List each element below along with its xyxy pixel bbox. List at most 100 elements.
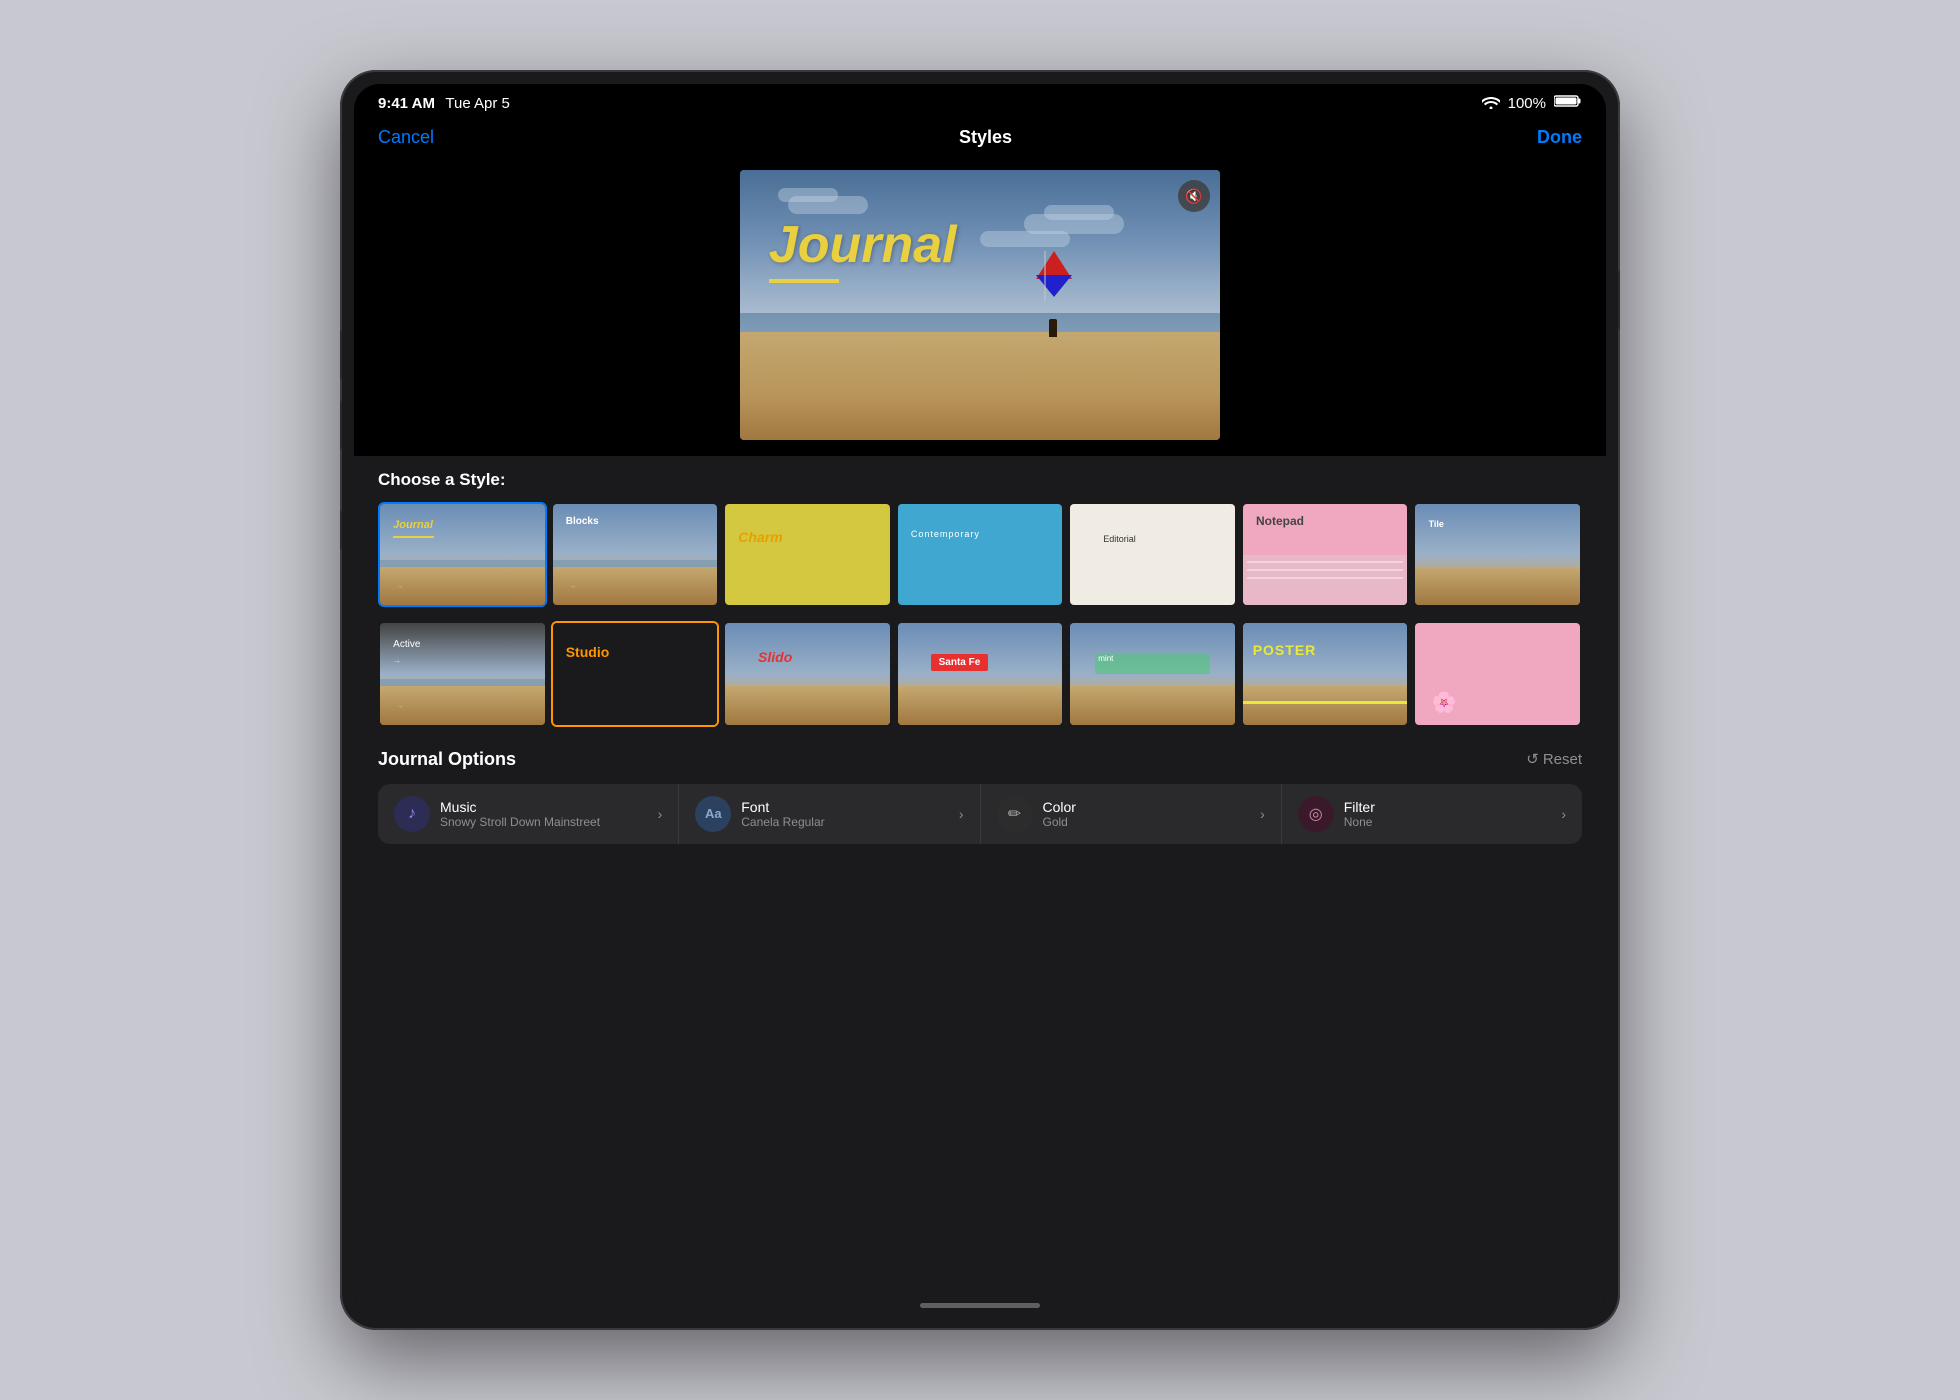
active-thumb: Active → → [380, 623, 545, 724]
poster-thumb: POSTER [1243, 623, 1408, 724]
style-grid-row2: Active → → Studio Slido [378, 621, 1582, 726]
reset-label: Reset [1543, 751, 1582, 768]
style-item-contemporary[interactable]: Contemporary [896, 502, 1065, 607]
filter-icon-bg: ◎ [1298, 796, 1334, 832]
mint-thumb: mint [1070, 623, 1235, 724]
ipad-device: 9:41 AM Tue Apr 5 100% [340, 70, 1620, 1330]
style-item-blocks[interactable]: Blocks → [551, 502, 720, 607]
cancel-button[interactable]: Cancel [378, 127, 434, 148]
battery-percentage: 100% [1508, 95, 1546, 112]
options-section: Journal Options ↺ Reset ♪ Music [378, 737, 1582, 852]
font-icon-bg: Aa [695, 796, 731, 832]
style-item-journal[interactable]: Journal → [378, 502, 547, 607]
option-item-color[interactable]: ✏ Color Gold › [981, 784, 1282, 844]
style-grid-row1: Journal → Blocks → [378, 502, 1582, 607]
music-option-value: Snowy Stroll Down Mainstreet [440, 815, 658, 829]
style-item-mint[interactable]: mint [1068, 621, 1237, 726]
option-item-font[interactable]: Aa Font Canela Regular › [679, 784, 980, 844]
music-option-text: Music Snowy Stroll Down Mainstreet [440, 799, 658, 829]
journal-title-overlay: Journal [769, 219, 957, 283]
font-option-name: Font [741, 799, 959, 815]
status-right: 100% [1482, 94, 1582, 113]
font-icon: Aa [705, 806, 722, 821]
color-option-name: Color [1043, 799, 1261, 815]
journal-thumb: Journal → [380, 504, 545, 605]
style-item-slido[interactable]: Slido [723, 621, 892, 726]
flower-decoration: 🌸 [1432, 690, 1457, 715]
reset-icon: ↺ [1526, 750, 1539, 768]
content-area: Choose a Style: Journal → [354, 456, 1606, 1316]
filter-icon: ◎ [1309, 804, 1323, 824]
home-indicator [920, 1303, 1040, 1308]
color-option-text: Color Gold [1043, 799, 1261, 829]
style-item-sli[interactable]: 🌸 [1413, 621, 1582, 726]
battery-icon [1554, 94, 1582, 113]
beach-scene: Journal 🔇 [740, 170, 1220, 440]
status-bar: 9:41 AM Tue Apr 5 100% [354, 84, 1606, 119]
studio-thumb: Studio [553, 623, 718, 724]
style-item-editorial[interactable]: Editorial [1068, 502, 1237, 607]
volume-down-button[interactable] [340, 400, 342, 450]
page-title: Styles [959, 127, 1012, 148]
style-item-studio[interactable]: Studio [551, 621, 720, 726]
color-chevron-icon: › [1260, 806, 1265, 822]
status-time: 9:41 AM [378, 95, 435, 112]
style-item-notepad[interactable]: Notepad [1241, 502, 1410, 607]
color-option-value: Gold [1043, 815, 1261, 829]
done-button[interactable]: Done [1537, 127, 1582, 148]
kite [1036, 251, 1076, 286]
font-option-value: Canela Regular [741, 815, 959, 829]
options-title: Journal Options [378, 749, 516, 770]
blocks-thumb: Blocks → [553, 504, 718, 605]
music-chevron-icon: › [658, 806, 663, 822]
style-item-tile[interactable]: Tile [1413, 502, 1582, 607]
slido-thumb: Slido [725, 623, 890, 724]
music-icon-bg: ♪ [394, 796, 430, 832]
preview-journal-text: Journal [769, 219, 957, 271]
volume-up-button[interactable] [340, 330, 342, 380]
santafe-badge: Santa Fe [931, 654, 989, 671]
editorial-thumb: Editorial [1070, 504, 1235, 605]
wifi-icon [1482, 95, 1500, 112]
filter-option-name: Filter [1344, 799, 1562, 815]
camera-button [340, 510, 342, 550]
contemporary-thumb: Contemporary [898, 504, 1063, 605]
mute-button[interactable]: 🔇 [1178, 180, 1210, 212]
charm-thumb: Charm [725, 504, 890, 605]
person-silhouette [1049, 319, 1057, 337]
color-icon-bg: ✏ [997, 796, 1033, 832]
navigation-bar: Cancel Styles Done [354, 119, 1606, 160]
choose-style-label: Choose a Style: [378, 470, 1582, 490]
font-option-text: Font Canela Regular [741, 799, 959, 829]
tile-thumb: Tile [1415, 504, 1580, 605]
santafe-thumb: Santa Fe [898, 623, 1063, 724]
music-option-name: Music [440, 799, 658, 815]
options-row: ♪ Music Snowy Stroll Down Mainstreet › A… [378, 784, 1582, 844]
option-item-music[interactable]: ♪ Music Snowy Stroll Down Mainstreet › [378, 784, 679, 844]
sli-thumb: 🌸 [1415, 623, 1580, 724]
reset-button[interactable]: ↺ Reset [1526, 750, 1582, 768]
preview-container: Journal 🔇 [354, 160, 1606, 456]
status-date: Tue Apr 5 [445, 95, 509, 112]
font-chevron-icon: › [959, 806, 964, 822]
mute-icon: 🔇 [1185, 188, 1202, 205]
filter-option-text: Filter None [1344, 799, 1562, 829]
style-item-charm[interactable]: Charm [723, 502, 892, 607]
option-item-filter[interactable]: ◎ Filter None › [1282, 784, 1582, 844]
music-icon: ♪ [408, 805, 416, 823]
preview-frame: Journal 🔇 [740, 170, 1220, 440]
status-left: 9:41 AM Tue Apr 5 [378, 95, 510, 113]
style-item-active[interactable]: Active → → [378, 621, 547, 726]
ipad-screen: 9:41 AM Tue Apr 5 100% [354, 84, 1606, 1316]
journal-underline [769, 279, 839, 283]
color-icon: ✏ [1008, 804, 1021, 824]
sand-layer [740, 332, 1220, 440]
power-button[interactable] [1618, 270, 1620, 330]
notepad-thumb: Notepad [1243, 504, 1408, 605]
style-item-santafe[interactable]: Santa Fe [896, 621, 1065, 726]
active-label: Active [393, 639, 420, 650]
options-header: Journal Options ↺ Reset [378, 749, 1582, 770]
style-item-poster[interactable]: POSTER [1241, 621, 1410, 726]
filter-chevron-icon: › [1561, 806, 1566, 822]
filter-option-value: None [1344, 815, 1562, 829]
